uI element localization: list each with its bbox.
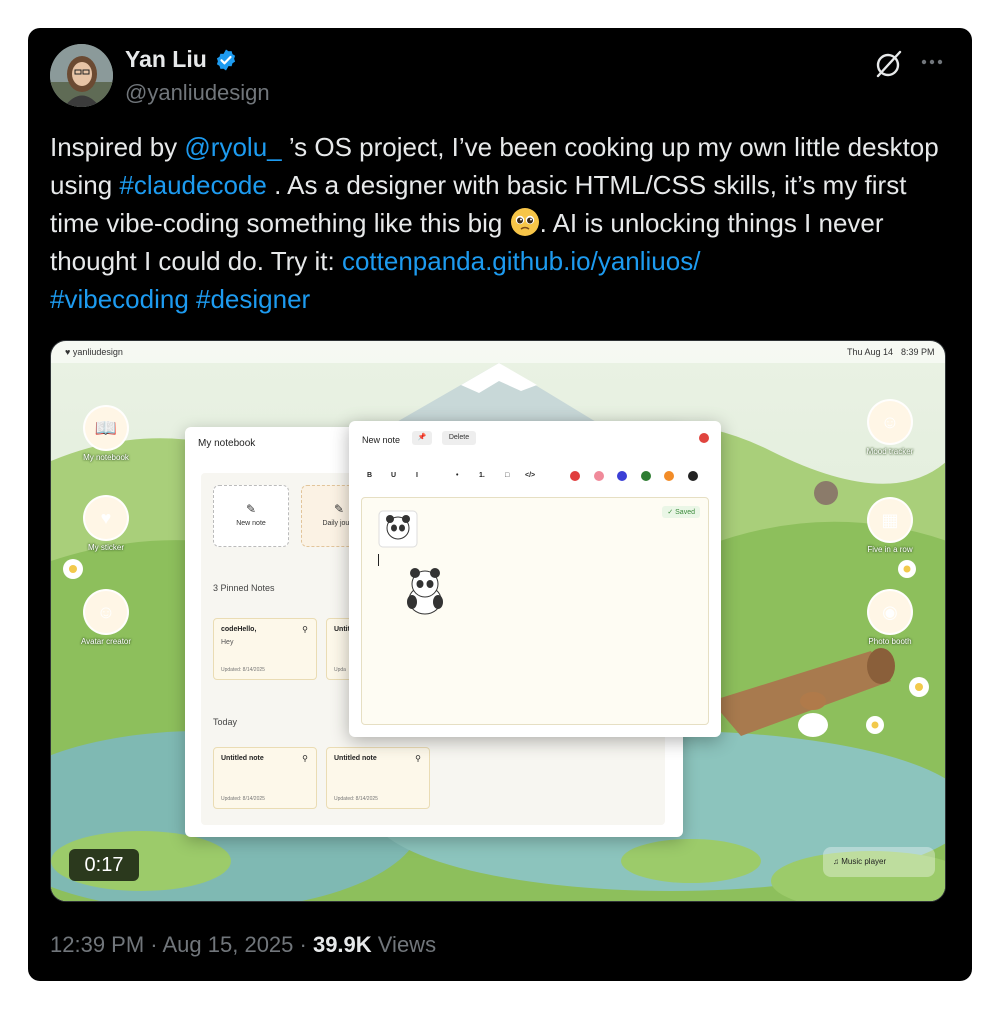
video-duration: 0:17	[69, 849, 139, 881]
note-updated: Upda	[334, 667, 346, 673]
notebook-title: My notebook	[198, 438, 256, 449]
notebook-icon: 📖	[83, 405, 129, 451]
new-note-button[interactable]: ✎ New note	[213, 485, 289, 547]
close-icon[interactable]	[699, 433, 709, 443]
pin-icon[interactable]: ⚲	[415, 754, 421, 763]
tweet-metadata: 12:39 PM · Aug 15, 2025 · 39.9K Views	[50, 932, 436, 958]
note-body: Hey	[221, 639, 234, 646]
tweet-timestamp[interactable]: 12:39 PM · Aug 15, 2025 ·	[50, 932, 313, 957]
editor-delete-button[interactable]: Delete	[442, 431, 476, 445]
mood-tracker-icon: ☺	[867, 399, 913, 445]
pin-icon[interactable]: ⚲	[302, 754, 308, 763]
note-title: codeHello,	[221, 626, 257, 633]
checkbox-button[interactable]: □	[505, 472, 509, 479]
desktop-icon-label: Photo booth	[868, 637, 912, 646]
note-card[interactable]: codeHello, ⚲ Hey Updated: 8/14/2025	[213, 618, 317, 680]
new-note-label: New note	[236, 520, 266, 527]
note-title: Untitled note	[334, 755, 377, 762]
pinned-notes-label: 3 Pinned Notes	[213, 583, 275, 593]
tweet-text-segment: Inspired by	[50, 132, 185, 162]
os-date: Thu Aug 14	[847, 347, 894, 357]
desktop-icon-label: Mood tracker	[866, 447, 914, 456]
verified-badge-icon	[216, 49, 236, 71]
bold-button[interactable]: B	[367, 472, 372, 479]
desktop-icon-label: Avatar creator	[80, 637, 132, 646]
note-card[interactable]: Untitled note ⚲ Updated: 8/14/2025	[213, 747, 317, 809]
editor-title: New note	[362, 435, 401, 445]
desktop-icon-mood[interactable]: ☺ Mood tracker	[855, 399, 925, 456]
underline-button[interactable]: U	[391, 472, 396, 479]
note-updated: Updated: 8/14/2025	[221, 667, 265, 673]
numbered-list-button[interactable]: 1.	[479, 472, 485, 479]
text-cursor	[378, 554, 379, 566]
desktop-icon-notebook[interactable]: 📖 My notebook	[71, 405, 141, 462]
editor-pin-button[interactable]: 📌	[412, 431, 432, 445]
mention-link[interactable]: @ryolu_	[184, 132, 281, 162]
today-label: Today	[213, 717, 238, 727]
more-icon[interactable]	[918, 50, 946, 74]
color-swatch-orange[interactable]	[664, 471, 674, 481]
author-avatar[interactable]	[50, 44, 113, 107]
desktop-icon-label: Five in a row	[867, 545, 913, 554]
desktop-icon-sticker[interactable]: ♥ My sticker	[71, 495, 141, 552]
hashtag-link[interactable]: #claudecode	[119, 170, 266, 200]
grok-icon[interactable]	[873, 48, 905, 80]
bullet-list-button[interactable]: •	[456, 472, 458, 479]
note-updated: Updated: 8/14/2025	[334, 796, 378, 802]
code-button[interactable]: </>	[525, 472, 535, 479]
desktop-icon-photo-booth[interactable]: ◉ Photo booth	[855, 589, 925, 646]
url-link[interactable]: cottenpanda.github.io/yanliuos/	[342, 246, 701, 276]
tweet-card: Yan Liu @yanliudesign Inspired by @ryolu…	[28, 28, 972, 981]
views-label: Views	[371, 932, 437, 957]
tweet-text: Inspired by @ryolu_ ’s OS project, I’ve …	[50, 128, 950, 318]
color-swatch-blue[interactable]	[617, 471, 627, 481]
author-name[interactable]: Yan Liu	[125, 46, 207, 73]
note-editor-window: New note 📌 Delete B U I • 1. □ </> ✓ Sav…	[349, 421, 721, 737]
new-note-icon: ✎	[245, 502, 257, 516]
note-updated: Updated: 8/14/2025	[221, 796, 265, 802]
color-swatch-black[interactable]	[688, 471, 698, 481]
video-media[interactable]: ♥ yanliudesign Thu Aug 14 8:39 PM 📖 My n…	[50, 340, 946, 902]
pin-icon[interactable]: ⚲	[302, 625, 308, 634]
heart-sticker-icon: ♥	[83, 495, 129, 541]
saved-badge: ✓ Saved	[662, 506, 700, 518]
desktop-icon-label: My sticker	[88, 543, 124, 552]
desktop-icon-label: My notebook	[83, 453, 129, 462]
color-swatch-red[interactable]	[570, 471, 580, 481]
note-editor-area[interactable]: ✓ Saved	[361, 497, 709, 725]
pleading-face-emoji-icon	[510, 208, 539, 236]
hashtag-link[interactable]: #vibecoding	[50, 284, 189, 314]
os-time: 8:39 PM	[901, 347, 935, 357]
game-board-icon: ▦	[867, 497, 913, 543]
hashtag-link[interactable]: #designer	[196, 284, 310, 314]
panda-sticker-icon	[378, 510, 418, 548]
note-title: Untitled note	[221, 755, 264, 762]
desktop-icon-avatar[interactable]: ☺ Avatar creator	[71, 589, 141, 646]
note-card[interactable]: Untitled note ⚲ Updated: 8/14/2025	[326, 747, 430, 809]
format-toolbar: B U I • 1. □ </>	[361, 469, 711, 485]
color-swatch-pink[interactable]	[594, 471, 604, 481]
avatar-creator-icon: ☺	[83, 589, 129, 635]
views-count: 39.9K	[312, 932, 372, 957]
camera-icon: ◉	[867, 589, 913, 635]
os-menubar: ♥ yanliudesign Thu Aug 14 8:39 PM	[51, 341, 945, 363]
music-player-widget[interactable]: ♫ Music player	[823, 847, 935, 877]
italic-button[interactable]: I	[416, 472, 418, 479]
desktop-icon-five-in-a-row[interactable]: ▦ Five in a row	[855, 497, 925, 554]
panda-sticker-icon	[407, 568, 443, 615]
author-handle[interactable]: @yanliudesign	[125, 80, 270, 106]
os-brand: ♥ yanliudesign	[65, 347, 123, 357]
color-swatch-green[interactable]	[641, 471, 651, 481]
note-title: Untit	[334, 626, 350, 633]
